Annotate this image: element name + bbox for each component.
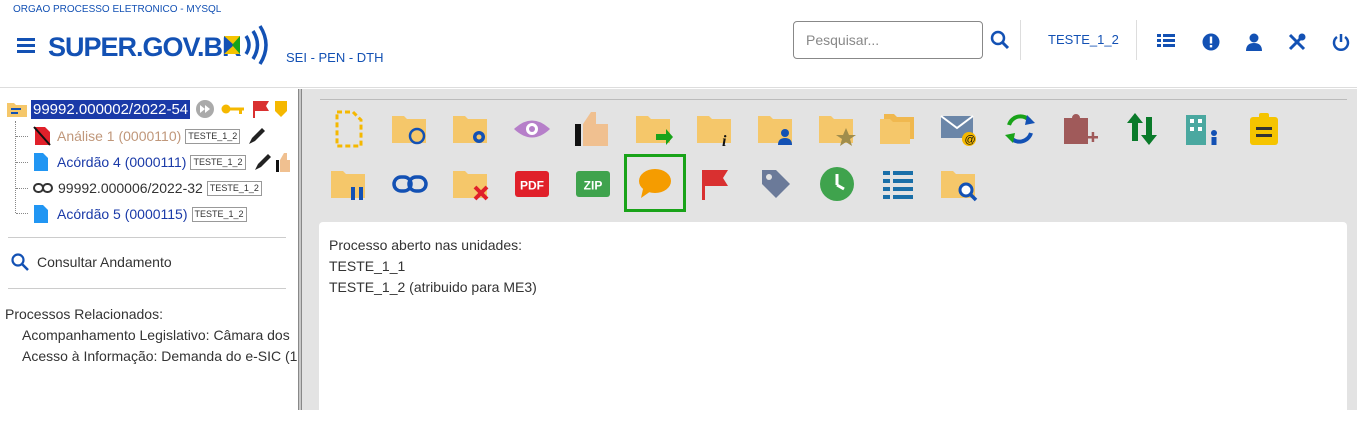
zip-label: ZIP	[584, 179, 603, 193]
divider	[8, 288, 286, 289]
zip-icon[interactable]: ZIP	[573, 164, 613, 204]
new-document-icon[interactable]	[329, 109, 369, 149]
pdf-label: PDF	[520, 179, 544, 193]
consult-history-link[interactable]: Consultar Andamento	[10, 252, 172, 272]
signature-pen-icon[interactable]	[246, 126, 268, 146]
document-canceled-icon	[33, 126, 51, 146]
thumb-up-icon[interactable]	[275, 152, 290, 172]
power-icon[interactable]	[1331, 32, 1351, 52]
flag-icon[interactable]	[251, 100, 271, 118]
tree-item[interactable]: Análise 1 (0000110) TESTE_1_2	[33, 125, 268, 147]
divider	[1136, 20, 1137, 60]
unit-selector[interactable]: TESTE_1_2	[1048, 32, 1119, 47]
folder-pause-icon[interactable]	[329, 164, 369, 204]
folder-star-icon[interactable]	[817, 109, 857, 149]
folder-sync-icon[interactable]	[390, 109, 430, 149]
email-icon[interactable]: @	[939, 109, 979, 149]
info-line: TESTE_1_1	[329, 258, 406, 274]
menu-grid-icon[interactable]	[1156, 32, 1176, 52]
svg-text:i: i	[722, 133, 727, 148]
divider	[1020, 20, 1021, 60]
gov-logo-icon	[224, 25, 268, 65]
clock-icon[interactable]	[817, 164, 857, 204]
logo-text: SUPER.GOV.BR	[48, 32, 242, 62]
folders-icon[interactable]	[878, 109, 918, 149]
tree-connector	[16, 162, 28, 163]
arrows-updown-icon[interactable]	[1122, 109, 1162, 149]
list-icon[interactable]	[878, 164, 918, 204]
search-icon[interactable]	[990, 30, 1010, 50]
info-line: Processo aberto nas unidades:	[329, 237, 523, 253]
folder-send-icon[interactable]	[634, 109, 674, 149]
user-icon[interactable]	[1244, 32, 1264, 52]
folder-user-icon[interactable]	[756, 109, 796, 149]
document-icon	[34, 153, 48, 171]
tools-icon[interactable]	[1287, 32, 1307, 52]
divider	[320, 99, 1347, 100]
info-line: TESTE_1_2 (atribuido para ME3)	[329, 279, 537, 295]
comment-icon[interactable]	[624, 154, 686, 212]
tag-icon[interactable]	[756, 164, 796, 204]
folder-info-icon[interactable]: i	[695, 109, 735, 149]
note-icon[interactable]	[1244, 109, 1284, 149]
subsystem-label: SEI - PEN - DTH	[286, 50, 384, 65]
unit-tag: TESTE_1_2	[206, 180, 262, 196]
consult-label[interactable]: Consultar Andamento	[37, 254, 172, 270]
hamburger-menu-icon[interactable]	[17, 38, 35, 53]
process-info-box: Processo aberto nas unidades: TESTE_1_1 …	[319, 222, 1347, 422]
document-icon	[34, 205, 48, 223]
folder-settings-icon[interactable]	[451, 109, 491, 149]
tree-item[interactable]: 99992.000006/2022-32 TESTE_1_2	[33, 177, 262, 199]
search-icon	[11, 253, 29, 271]
pdf-icon[interactable]: PDF	[512, 164, 552, 204]
folder-delete-icon[interactable]	[451, 164, 491, 204]
flag-icon[interactable]	[695, 164, 735, 204]
process-actions-panel: i @ PDF ZIP Processo aberto nas unidades…	[302, 89, 1357, 422]
related-item[interactable]: Acesso à Informação: Demanda do e-SIC (1	[22, 348, 298, 364]
tree-item[interactable]: Acórdão 5 (0000115) TESTE_1_2	[33, 203, 247, 225]
svg-text:@: @	[965, 134, 976, 146]
key-icon[interactable]	[221, 102, 245, 116]
process-number[interactable]: 99992.000002/2022-54	[31, 99, 191, 119]
thumb-up-icon[interactable]	[573, 109, 613, 149]
unit-tag: TESTE_1_2	[190, 154, 246, 170]
unit-tag: TESTE_1_2	[191, 206, 247, 222]
doc-label[interactable]: Acórdão 5 (0000115)	[57, 206, 188, 222]
divider	[8, 237, 286, 238]
link-icon[interactable]	[390, 164, 430, 204]
unit-tag: TESTE_1_2	[185, 128, 241, 144]
refresh-icon[interactable]	[1000, 109, 1040, 149]
related-item[interactable]: Acompanhamento Legislativo: Câmara dos	[22, 327, 298, 343]
search-input[interactable]	[793, 21, 983, 59]
linked-process-label[interactable]: 99992.000006/2022-32	[58, 180, 203, 196]
tree-connector	[16, 188, 28, 189]
fast-forward-icon[interactable]	[195, 99, 215, 119]
header: ORGAO PROCESSO ELETRONICO - MYSQL SUPER.…	[0, 0, 1357, 88]
tree-connector	[16, 136, 28, 137]
tree-root[interactable]: 99992.000002/2022-54	[6, 98, 288, 120]
org-name: ORGAO PROCESSO ELETRONICO - MYSQL	[13, 4, 222, 15]
doc-label[interactable]: Análise 1 (0000110)	[57, 128, 181, 144]
tree-item[interactable]: Acórdão 4 (0000111) TESTE_1_2	[33, 151, 290, 173]
alert-icon[interactable]	[1201, 32, 1221, 52]
eye-icon[interactable]	[512, 109, 552, 149]
tag-icon[interactable]	[275, 100, 288, 118]
folder-open-icon	[7, 103, 27, 117]
link-icon	[33, 183, 53, 193]
related-title: Processos Relacionados:	[5, 306, 163, 322]
doc-label[interactable]: Acórdão 4 (0000111)	[57, 154, 186, 170]
folder-search-icon[interactable]	[939, 164, 979, 204]
puzzle-add-icon[interactable]	[1061, 109, 1101, 149]
signature-pen-icon[interactable]	[252, 152, 274, 172]
process-tree-panel: 99992.000002/2022-54 Análise 1 (0000110)…	[0, 89, 298, 410]
tree-connector	[15, 121, 16, 213]
building-user-icon[interactable]	[1183, 109, 1223, 149]
tree-connector	[16, 213, 28, 214]
